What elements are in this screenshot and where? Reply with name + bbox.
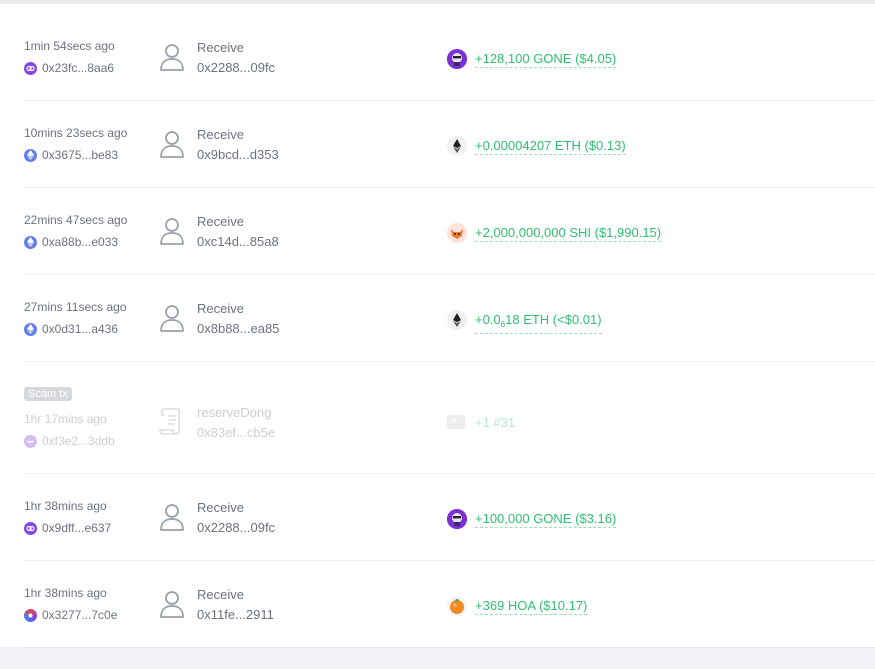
tx-account-address: 0xf3e2...3ddb <box>42 434 115 448</box>
tx-counterparty-address[interactable]: 0x9bcd...d353 <box>197 147 279 162</box>
user-icon <box>160 305 184 332</box>
tx-action: Receive <box>197 301 244 316</box>
tx-action: Receive <box>197 587 244 602</box>
tx-counterparty-address[interactable]: 0x2288...09fc <box>197 60 275 75</box>
shi-token-icon <box>447 223 467 243</box>
hoa-token-icon <box>447 596 467 616</box>
tx-time: 22mins 47secs ago <box>24 213 128 227</box>
footer-area <box>0 648 875 669</box>
tx-account-address: 0x0d31...a436 <box>42 322 119 336</box>
tx-account[interactable]: 0x23fc...8aa6 <box>24 61 114 75</box>
tx-action: reserveDong <box>197 405 272 420</box>
tx-account-address: 0x9dff...e637 <box>42 521 112 535</box>
user-icon <box>160 44 184 71</box>
tx-amount[interactable]: +0.00004207 ETH ($0.13) <box>475 138 626 155</box>
tx-account-address: 0xa88b...e033 <box>42 235 119 249</box>
tx-amount[interactable]: +100,000 GONE ($3.16) <box>475 511 617 528</box>
tx-account[interactable]: 0x3277...7c0e <box>24 608 117 622</box>
transaction-row: 27mins 11secs ago 0x0d31...a436 Receive … <box>24 275 875 362</box>
tx-account[interactable]: 0x9dff...e637 <box>24 521 111 535</box>
tx-time: 1hr 38mins ago <box>24 586 107 600</box>
tx-account[interactable]: 0x3675...be83 <box>24 148 118 162</box>
tx-counterparty-address[interactable]: 0x8b88...ea85 <box>197 321 279 336</box>
tx-counterparty-address[interactable]: 0x83ef...cb5e <box>197 425 275 440</box>
ethereum-chain-icon <box>24 148 37 162</box>
tx-time: 1min 54secs ago <box>24 39 115 53</box>
gone-token-icon <box>447 509 467 529</box>
eth-token-icon <box>447 310 467 330</box>
tx-action: Receive <box>197 40 244 55</box>
transaction-row: 10mins 23secs ago 0x3675...be83 Receive … <box>24 101 875 188</box>
tx-counterparty-address[interactable]: 0x11fe...2911 <box>197 607 274 622</box>
tx-amount-suffix: 18 ETH (<$0.01) <box>505 312 602 327</box>
user-icon <box>160 591 184 618</box>
tx-account-address: 0x3675...be83 <box>42 148 119 162</box>
tx-amount[interactable]: +0.0618 ETH (<$0.01) <box>475 312 602 334</box>
user-icon <box>160 504 184 531</box>
scam-badge: Scam tx <box>24 387 72 401</box>
ethereum-chain-icon <box>24 322 37 336</box>
tx-account[interactable]: 0xa88b...e033 <box>24 235 118 249</box>
tx-action: Receive <box>197 214 244 229</box>
transaction-row: 1hr 38mins ago 0x9dff...e637 Receive 0x2… <box>24 474 875 561</box>
tx-amount-prefix: +0.0 <box>475 312 501 327</box>
transaction-row: 22mins 47secs ago 0xa88b...e033 Receive … <box>24 188 875 275</box>
tx-action: Receive <box>197 500 244 515</box>
multichain-icon <box>24 608 37 622</box>
tx-counterparty-address[interactable]: 0xc14d...85a8 <box>197 234 279 249</box>
polygon-chain-icon <box>24 434 37 448</box>
tx-time: 1hr 38mins ago <box>24 499 107 513</box>
tx-time: 10mins 23secs ago <box>24 126 128 140</box>
tx-action: Receive <box>197 127 244 142</box>
gone-token-icon <box>447 49 467 69</box>
tx-account[interactable]: 0x0d31...a436 <box>24 322 118 336</box>
transaction-row: 1min 54secs ago 0x23fc...8aa6 Receive 0x… <box>24 4 875 101</box>
tx-account-address: 0x23fc...8aa6 <box>42 61 115 75</box>
transaction-history-panel: 1min 54secs ago 0x23fc...8aa6 Receive 0x… <box>0 4 875 647</box>
ethereum-chain-icon <box>24 235 37 249</box>
contract-icon <box>159 408 180 435</box>
transaction-row: 1hr 38mins ago 0x3277...7c0e Receive 0x1… <box>24 561 875 647</box>
eth-token-icon <box>447 136 467 156</box>
tx-amount[interactable]: +2,000,000,000 SHI ($1,990.15) <box>475 225 662 242</box>
tx-amount[interactable]: +128,100 GONE ($4.05) <box>475 51 617 68</box>
nft-icon: NFT <box>447 415 465 429</box>
user-icon <box>160 131 184 158</box>
tx-time: 27mins 11secs ago <box>24 300 127 314</box>
tx-time: 1hr 17mins ago <box>24 412 107 426</box>
tx-account[interactable]: 0xf3e2...3ddb <box>24 434 115 448</box>
transaction-row-scam: Scam tx 1hr 17mins ago 0xf3e2...3ddb res… <box>24 362 875 474</box>
tx-account-address: 0x3277...7c0e <box>42 608 118 622</box>
tx-amount[interactable]: +1 #31 <box>475 415 515 431</box>
tx-amount[interactable]: +369 HOA ($10.17) <box>475 598 588 615</box>
tx-counterparty-address[interactable]: 0x2288...09fc <box>197 520 275 535</box>
polygon-chain-icon <box>24 521 37 535</box>
user-icon <box>160 218 184 245</box>
polygon-chain-icon <box>24 61 37 75</box>
